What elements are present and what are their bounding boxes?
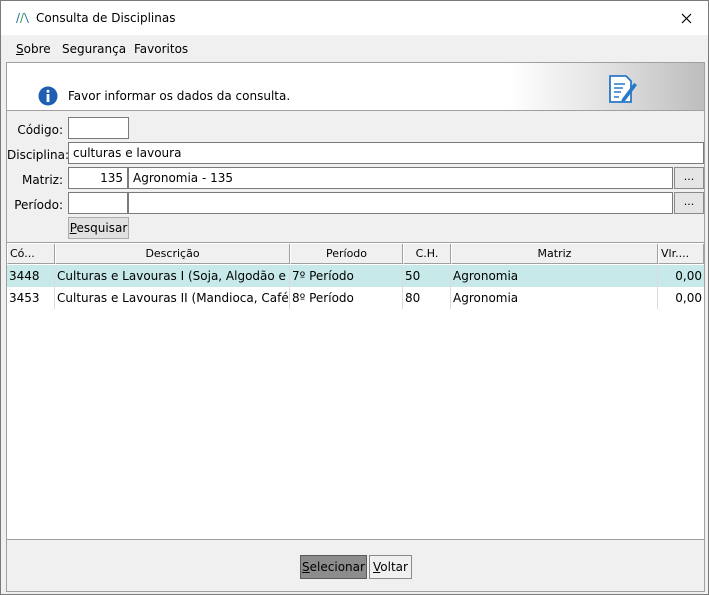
header-panel: Favor informar os dados da consulta. [7,63,704,111]
dialog-window: Consulta de Disciplinas Sobre Segurança … [0,0,709,595]
cell-descricao: Culturas e Lavouras I (Soja, Algodão e M… [55,265,290,287]
dialog-body: Favor informar os dados da consulta. Cód… [6,62,705,592]
cell-codigo: 3453 [7,287,55,309]
info-icon [38,86,58,106]
matriz-lookup-button[interactable]: ... [674,167,704,189]
column-header-valor[interactable]: Vlr.... [658,244,704,264]
close-button[interactable] [664,1,708,35]
column-header-ch[interactable]: C.H. [403,244,451,264]
column-header-periodo[interactable]: Período [290,244,403,264]
back-button[interactable]: Voltar [369,555,412,579]
cell-matriz: Agronomia [451,265,658,287]
periodo-code-input[interactable] [68,192,128,214]
window-title: Consulta de Disciplinas [36,11,176,25]
cell-valor: 0,00 [675,269,702,283]
menu-sobre[interactable]: Sobre [16,42,51,56]
cell-matriz: Agronomia [451,287,658,309]
menu-favoritos[interactable]: Favoritos [134,42,188,56]
codigo-input[interactable] [68,117,129,139]
codigo-label: Código: [17,123,63,137]
matriz-code-input[interactable]: 135 [68,167,128,189]
close-icon [681,13,691,23]
form-edit-icon [609,75,637,103]
matriz-description-field[interactable]: Agronomia - 135 [128,167,673,189]
header-message: Favor informar os dados da consulta. [68,89,291,103]
search-button[interactable]: Pesquisar [68,217,129,239]
cell-codigo: 3448 [7,265,55,287]
cell-periodo: 7º Período [290,265,403,287]
grid-header: Có... Descrição Período C.H. Matriz Vlr.… [7,244,704,264]
results-grid[interactable]: Có... Descrição Período C.H. Matriz Vlr.… [7,242,704,540]
column-header-matriz[interactable]: Matriz [451,244,658,264]
cell-periodo: 8º Período [290,287,403,309]
menu-seguranca[interactable]: Segurança [62,42,126,56]
cell-ch: 80 [403,287,451,309]
periodo-lookup-button[interactable]: ... [674,192,704,214]
cell-ch: 50 [403,265,451,287]
periodo-description-field[interactable] [128,192,673,214]
cell-valor: 0,00 [675,291,702,305]
cell-descricao: Culturas e Lavouras II (Mandioca, Café, … [55,287,290,309]
disciplina-input[interactable]: culturas e lavoura [68,142,704,164]
matriz-label: Matriz: [21,173,63,187]
disciplina-label: Disciplina: [7,148,70,162]
column-header-codigo[interactable]: Có... [7,244,55,264]
table-row[interactable]: 3453 Culturas e Lavouras II (Mandioca, C… [7,287,704,309]
app-logo-icon [16,13,29,23]
column-header-descricao[interactable]: Descrição [55,244,290,264]
title-bar[interactable]: Consulta de Disciplinas [1,1,708,35]
select-button[interactable]: Selecionar [300,555,367,579]
menu-bar: Sobre Segurança Favoritos [1,35,708,61]
table-row[interactable]: 3448 Culturas e Lavouras I (Soja, Algodã… [7,265,704,287]
periodo-label: Período: [14,198,63,212]
